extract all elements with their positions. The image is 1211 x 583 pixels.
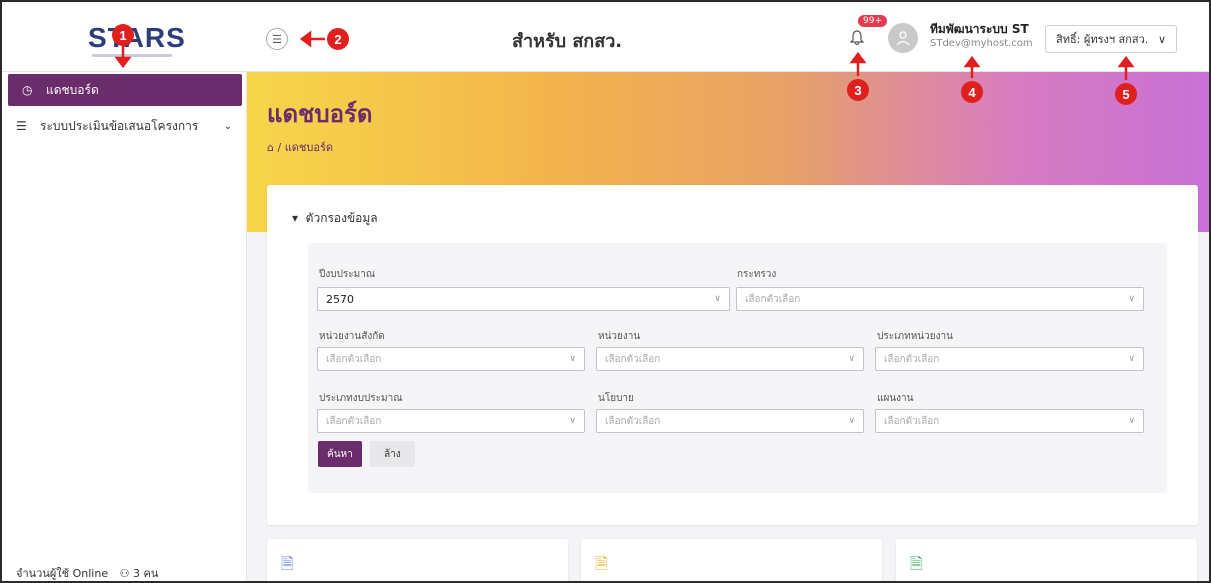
bell-icon-svg <box>849 30 865 46</box>
user-email: STdev@myhost.com <box>930 38 1033 49</box>
agency-type-placeholder: เลือกตัวเลือก <box>884 353 940 365</box>
sidebar-item-dashboard[interactable]: ◷ แดชบอร์ด <box>8 74 242 106</box>
ministry-select[interactable]: เลือกตัวเลือก ∨ <box>736 287 1144 311</box>
budget-type-select[interactable]: เลือกตัวเลือก ∨ <box>317 409 585 433</box>
agency-group-placeholder: เลือกตัวเลือก <box>326 353 382 365</box>
breadcrumb-current[interactable]: แดชบอร์ด <box>285 141 333 154</box>
agency-select[interactable]: เลือกตัวเลือก ∨ <box>596 347 864 371</box>
document-pending-icon: 🗎 <box>595 554 608 573</box>
policy-label: นโยบาย <box>598 393 634 404</box>
notification-badge: 99+ <box>858 15 887 27</box>
stars-logo[interactable]: STARS <box>88 22 186 54</box>
annotation-marker-1: 1 <box>112 24 134 46</box>
breadcrumb: ⌂ / แดชบอร์ด <box>267 141 334 154</box>
chevron-down-icon: ∨ <box>1157 32 1166 46</box>
users-icon: ⚇ <box>119 567 130 580</box>
role-select[interactable]: สิทธิ์: ผู้ทรงฯ สกสว. ∨ <box>1045 25 1177 53</box>
user-name[interactable]: ทีมพัฒนาระบบ ST <box>930 20 1029 39</box>
ministry-placeholder: เลือกตัวเลือก <box>745 293 801 305</box>
chevron-down-icon: ∨ <box>1128 354 1135 364</box>
online-count: 3 คน <box>132 567 159 580</box>
summary-card[interactable]: 🗎 <box>581 539 882 581</box>
user-silhouette-icon <box>896 31 910 46</box>
budget-type-label: ประเภทงบประมาณ <box>319 393 403 404</box>
agency-group-label: หน่วยงานสังกัด <box>319 331 385 342</box>
sidebar-item-proposal-evaluation[interactable]: ☰ ระบบประเมินข้อเสนอโครงการ ⌄ <box>2 110 246 142</box>
policy-select[interactable]: เลือกตัวเลือก ∨ <box>596 409 864 433</box>
clear-button[interactable]: ล้าง <box>370 441 415 467</box>
summary-card[interactable]: 🗎 <box>896 539 1197 581</box>
app-frame: STARS ☰ สำหรับ สกสว. 99+ ทีมพัฒนาระบบ ST… <box>0 0 1211 583</box>
annotation-marker-3: 3 <box>847 79 869 101</box>
summary-card[interactable]: 🗎 <box>267 539 568 581</box>
fiscal-year-select[interactable]: 2570 ∨ <box>317 287 730 311</box>
plan-label: แผนงาน <box>877 393 914 404</box>
menu-toggle-icon[interactable]: ☰ <box>266 28 288 50</box>
agency-type-select[interactable]: เลือกตัวเลือก ∨ <box>875 347 1144 371</box>
page-title: แดชบอร์ด <box>267 100 373 128</box>
annotation-marker-2: 2 <box>327 28 349 50</box>
online-users: จำนวนผู้ใช้ Online ⚇ 3 คน <box>16 564 159 581</box>
plan-placeholder: เลือกตัวเลือก <box>884 415 940 427</box>
online-label: จำนวนผู้ใช้ Online <box>16 567 109 580</box>
agency-type-label: ประเภทหน่วยงาน <box>877 331 953 342</box>
chevron-down-icon: ⌄ <box>223 120 232 132</box>
agency-placeholder: เลือกตัวเลือก <box>605 353 661 365</box>
bell-icon[interactable] <box>849 30 866 48</box>
caret-down-icon: ▾ <box>292 211 299 225</box>
chevron-down-icon: ∨ <box>714 294 721 304</box>
search-button[interactable]: ค้นหา <box>318 441 362 467</box>
list-icon: ☰ <box>16 119 27 133</box>
filter-card: ▾ ตัวกรองข้อมูล ปีงบประมาณ 2570 ∨ กระทรว… <box>267 185 1198 525</box>
budget-type-placeholder: เลือกตัวเลือก <box>326 415 382 427</box>
sidebar-item-label: ระบบประเมินข้อเสนอโครงการ <box>40 118 199 133</box>
document-check-icon: 🗎 <box>281 554 294 573</box>
document-list-icon: 🗎 <box>910 554 923 573</box>
filter-panel: ปีงบประมาณ 2570 ∨ กระทรวง เลือกตัวเลือก … <box>308 243 1167 493</box>
ministry-label: กระทรวง <box>737 269 777 280</box>
filter-toggle[interactable]: ▾ ตัวกรองข้อมูล <box>292 209 378 228</box>
filter-heading: ตัวกรองข้อมูล <box>305 211 378 225</box>
chevron-down-icon: ∨ <box>848 416 855 426</box>
sidebar-item-label: แดชบอร์ด <box>46 82 99 97</box>
chevron-down-icon: ∨ <box>569 416 576 426</box>
annotation-marker-4: 4 <box>961 81 983 103</box>
logo-tagline <box>92 54 172 57</box>
chevron-down-icon: ∨ <box>1128 416 1135 426</box>
fiscal-year-value: 2570 <box>326 292 354 306</box>
policy-placeholder: เลือกตัวเลือก <box>605 415 661 427</box>
header-title: สำหรับ สกสว. <box>512 31 623 52</box>
chevron-down-icon: ∨ <box>848 354 855 364</box>
sidebar: ◷ แดชบอร์ด ☰ ระบบประเมินข้อเสนอโครงการ ⌄… <box>2 72 247 581</box>
agency-group-select[interactable]: เลือกตัวเลือก ∨ <box>317 347 585 371</box>
fiscal-year-label: ปีงบประมาณ <box>319 269 376 280</box>
home-icon[interactable]: ⌂ <box>267 141 274 154</box>
avatar-icon[interactable] <box>888 23 918 53</box>
top-header: STARS ☰ สำหรับ สกสว. 99+ ทีมพัฒนาระบบ ST… <box>2 2 1209 72</box>
plan-select[interactable]: เลือกตัวเลือก ∨ <box>875 409 1144 433</box>
agency-label: หน่วยงาน <box>598 331 641 342</box>
chevron-down-icon: ∨ <box>569 354 576 364</box>
dashboard-icon: ◷ <box>22 83 33 97</box>
role-label: สิทธิ์: ผู้ทรงฯ สกสว. <box>1056 33 1149 46</box>
chevron-down-icon: ∨ <box>1128 294 1135 304</box>
annotation-marker-5: 5 <box>1115 83 1137 105</box>
